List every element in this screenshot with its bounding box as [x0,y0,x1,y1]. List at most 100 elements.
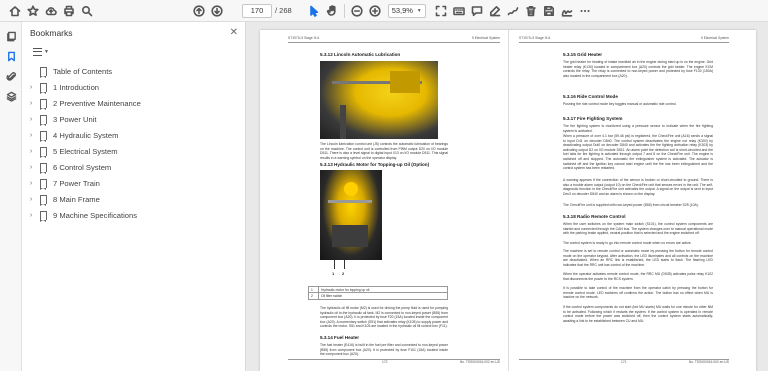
list-options-icon [33,48,42,56]
bookmark-icon [40,178,47,190]
sign-icon[interactable] [558,2,576,20]
trash-icon[interactable] [522,2,540,20]
chevron-right-icon[interactable]: › [26,84,36,91]
bookmark-icon [40,146,47,158]
chevron-right-icon[interactable]: › [26,100,36,107]
bookmark-label: 1 Introduction [53,82,100,92]
section-heading: 5.3.14 Fuel Heater [320,335,360,340]
bookmark-item-control-system[interactable]: › 6 Control System [22,159,245,175]
cloud-upload-icon[interactable] [42,2,60,20]
callout-number: 1 [332,271,335,276]
panel-title: Bookmarks [30,28,73,38]
footer-rule [288,358,500,359]
bookmark-icon [40,194,47,206]
chevron-down-icon: ▼ [416,7,422,14]
bookmark-item-power-train[interactable]: › 7 Power Train [22,175,245,191]
bookmark-icon [40,82,47,94]
running-header-left: ST1971L9 Stage III A [519,36,551,40]
chevron-right-icon[interactable]: › [26,148,36,155]
section-heading: 5.3.18 Radio Remote Control [563,214,626,219]
bookmarks-icon[interactable] [0,46,22,66]
section-body: When a pressure of over 4.1 bar (59.46 p… [563,134,713,171]
home-icon[interactable] [6,2,24,20]
print-icon[interactable] [60,2,78,20]
bookmark-icon [40,130,47,142]
footer-rule [519,358,729,359]
document-number-footer: No. TSS000016.002 en-US [459,360,500,364]
running-header-right: 5 Electrical System [471,36,500,40]
bookmark-label: 7 Power Train [53,178,100,188]
save-disk-icon[interactable] [540,2,558,20]
search-icon[interactable] [78,2,96,20]
keyboard-icon[interactable] [450,2,468,20]
bookmark-icon [40,162,47,174]
header-rule [288,42,500,43]
section-body: The fire fighting system is monitored us… [563,124,713,133]
chevron-right-icon[interactable]: › [26,132,36,139]
section-body: If the control system components do not … [563,305,713,323]
section-body: When the operator activates remote contr… [563,272,713,281]
bookmark-item-power-unit[interactable]: › 3 Power Unit [22,111,245,127]
page-number-footer: 171 [621,360,627,364]
section-heading: 5.3.12 Lincoln Automatic Lubrication [320,52,401,57]
select-cursor-icon[interactable] [305,2,323,20]
bookmark-label: 6 Control System [53,162,112,172]
bookmark-icon [40,98,47,110]
zoom-in-icon[interactable] [366,2,384,20]
bookmark-options-button[interactable]: ▼ [30,46,52,58]
bookmark-label: 5 Electrical System [53,146,118,156]
side-rail [0,22,22,371]
page-number-input[interactable]: 170 [242,3,272,18]
comment-icon[interactable] [468,2,486,20]
layers-icon[interactable] [0,86,22,106]
page-left: ST1971L9 Stage III A 5 Electrical System… [260,30,508,371]
chevron-right-icon[interactable]: › [26,212,36,219]
chevron-right-icon[interactable]: › [26,164,36,171]
lubrication-unit-photo [320,61,438,139]
chevron-right-icon[interactable]: › [26,180,36,187]
page-down-icon[interactable] [208,2,226,20]
section-body: The grid heater for heating of intake ma… [563,60,713,78]
page-thumbnails-icon[interactable] [0,26,22,46]
callout-leader [334,260,335,269]
hand-tool-icon[interactable] [323,2,341,20]
section-body: The fuel heater (E416) is built in the f… [320,343,448,357]
document-viewport[interactable]: ST1971L9 Stage III A 5 Electrical System… [246,22,768,371]
section-body: The hydraulic oil fill motor (M2) is use… [320,306,448,329]
highlight-pen-icon[interactable] [486,2,504,20]
bookmark-item-hydraulic-system[interactable]: › 4 Hydraulic System [22,127,245,143]
page-number-footer: 172 [382,360,388,364]
section-body: A warning appears if the connection of t… [563,178,713,196]
more-menu-icon[interactable] [576,2,594,20]
hydraulic-motor-photo [320,170,382,260]
chevron-right-icon[interactable]: › [26,196,36,203]
attachment-icon[interactable] [0,66,22,86]
table-cell: 2 [308,292,319,300]
draw-icon[interactable] [504,2,522,20]
close-icon[interactable]: ✕ [230,28,238,38]
fit-page-icon[interactable] [432,2,450,20]
bookmark-list: › Table of Contents › 1 Introduction › 2… [22,63,245,223]
bookmark-item-preventive-maintenance[interactable]: › 2 Preventive Maintenance [22,95,245,111]
bookmark-icon [40,114,47,126]
zoom-value: 53,9% [391,6,413,15]
page-up-icon[interactable] [190,2,208,20]
bookmark-label: Table of Contents [53,66,113,76]
bookmark-star-icon[interactable] [24,2,42,20]
bookmark-label: 4 Hydraulic System [53,130,119,140]
chevron-down-icon: ▼ [44,49,49,55]
chevron-right-icon[interactable]: › [26,116,36,123]
bookmark-item-main-frame[interactable]: › 8 Main Frame [22,191,245,207]
bookmark-item-machine-specifications[interactable]: › 9 Machine Specifications [22,207,245,223]
callout-leader [344,260,345,269]
section-body: When the user switches on the system mai… [563,222,713,236]
bookmark-label: 9 Machine Specifications [53,210,137,220]
zoom-out-icon[interactable] [348,2,366,20]
zoom-select[interactable]: 53,9% ▼ [387,3,426,18]
bookmarks-panel: Bookmarks ✕ ▼ › Table of Contents › 1 In… [22,22,246,371]
bookmark-icon [40,66,47,78]
legend-table: 1 Hydraulic motor for topping up oil 2 O… [308,285,448,300]
bookmark-item-introduction[interactable]: › 1 Introduction [22,79,245,95]
bookmark-item-electrical-system[interactable]: › 5 Electrical System [22,143,245,159]
bookmark-item-table-of-contents[interactable]: › Table of Contents [22,63,245,79]
